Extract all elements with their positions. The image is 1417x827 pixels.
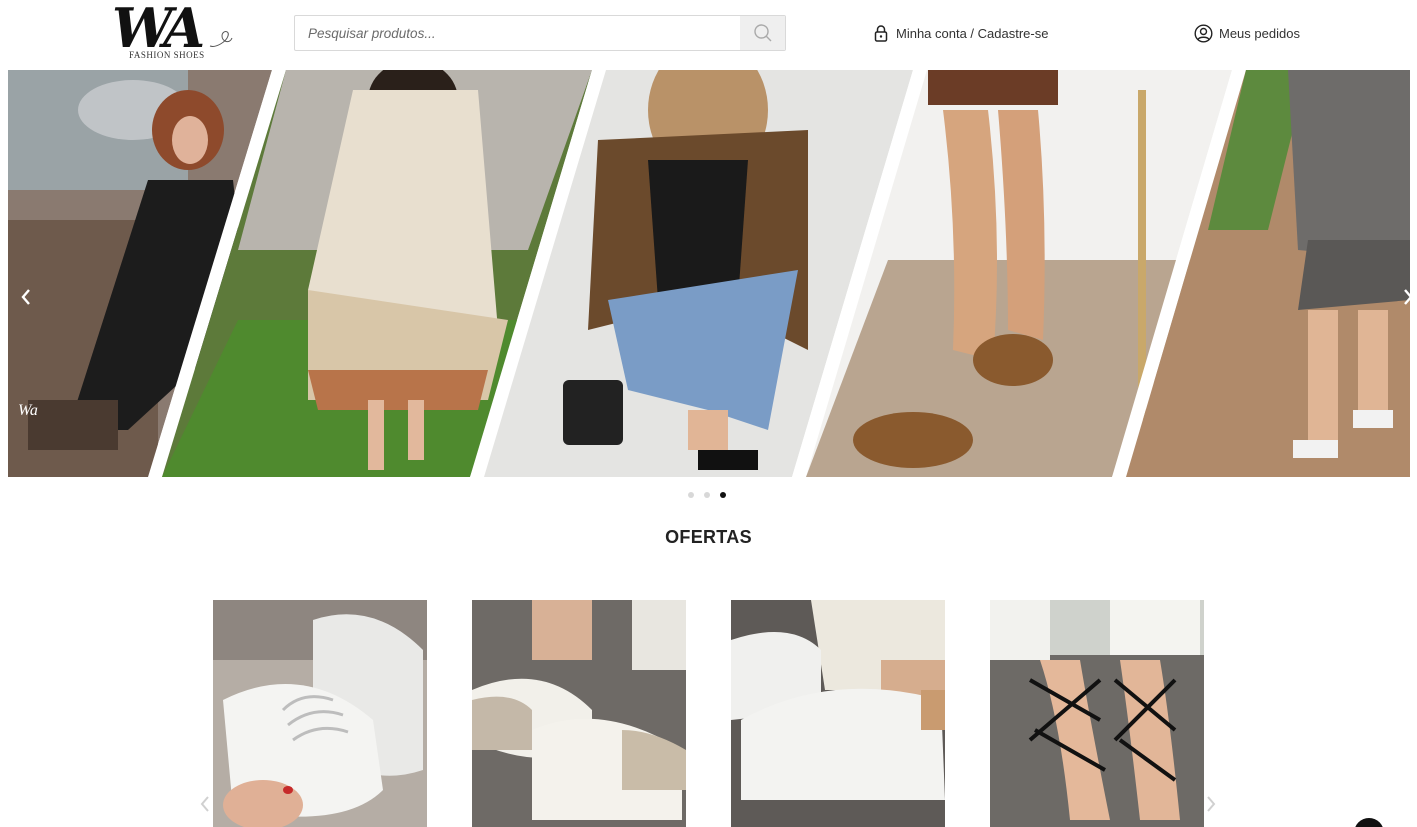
- chevron-left-icon: [200, 796, 209, 812]
- search-icon: [753, 24, 771, 42]
- lock-icon: [874, 25, 888, 42]
- product-image: [213, 600, 427, 827]
- search-button[interactable]: [740, 16, 785, 50]
- logo-subtitle: FASHION SHOES: [129, 50, 205, 60]
- section-title: OFERTAS: [665, 527, 752, 547]
- brand-logo[interactable]: WA FASHION SHOES: [112, 0, 236, 64]
- logo-swirl-icon: [209, 31, 233, 47]
- product-card[interactable]: [472, 600, 686, 827]
- user-circle-icon: [1194, 23, 1213, 43]
- product-image: [731, 600, 945, 827]
- chat-button[interactable]: [1354, 818, 1384, 827]
- hero-dot-1[interactable]: [688, 492, 694, 498]
- products-next-button[interactable]: [1206, 796, 1216, 817]
- hero-image: Wa: [8, 70, 1410, 477]
- account-link[interactable]: Minha conta / Cadastre-se: [874, 22, 1048, 44]
- hero-banner[interactable]: Wa: [8, 70, 1410, 477]
- hero-prev-button[interactable]: [16, 284, 36, 310]
- hero-watermark: Wa: [18, 402, 38, 419]
- hero-dot-2[interactable]: [704, 492, 710, 498]
- product-card[interactable]: [990, 600, 1204, 827]
- chevron-right-icon: [1207, 796, 1216, 812]
- chevron-right-icon: [1404, 289, 1410, 305]
- orders-label: Meus pedidos: [1219, 25, 1300, 41]
- product-image: [472, 600, 686, 827]
- search-input[interactable]: [295, 16, 741, 50]
- chevron-left-icon: [21, 289, 30, 305]
- hero-dot-3[interactable]: [720, 492, 726, 498]
- product-image: [990, 600, 1204, 827]
- product-card[interactable]: [213, 600, 427, 827]
- products-prev-button[interactable]: [200, 796, 210, 817]
- hero-next-button[interactable]: [1398, 284, 1410, 310]
- account-label: Minha conta / Cadastre-se: [896, 25, 1049, 41]
- site-header: WA FASHION SHOES Minha conta / Cadastre-…: [0, 0, 1417, 70]
- product-card[interactable]: [731, 600, 945, 827]
- orders-link[interactable]: Meus pedidos: [1194, 22, 1300, 44]
- hero-pagination: [688, 492, 726, 498]
- search-bar: [294, 15, 786, 51]
